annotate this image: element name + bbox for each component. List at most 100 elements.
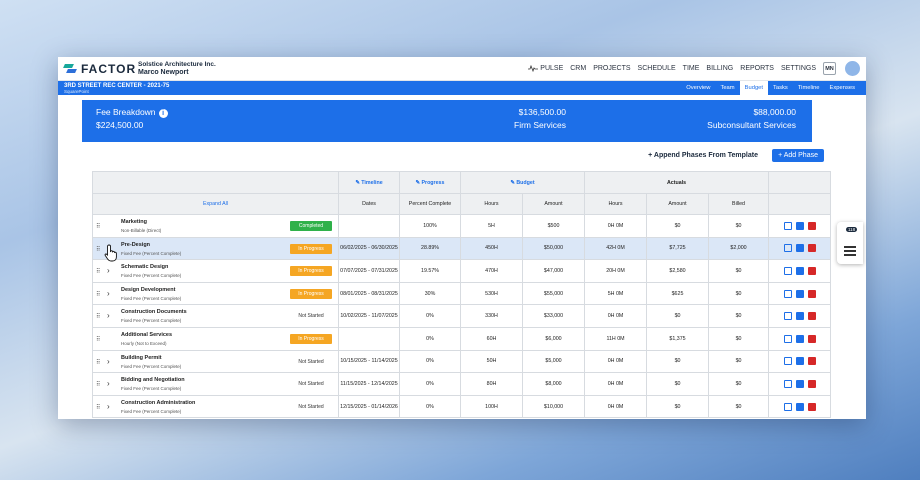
nav-pulse[interactable]: PULSE — [528, 65, 563, 72]
edit-icon[interactable] — [783, 334, 792, 343]
delete-icon[interactable] — [807, 402, 816, 411]
edit-icon[interactable] — [783, 289, 792, 298]
phase-type: Non-Billable (Direct) — [121, 228, 162, 233]
profile-icon[interactable] — [845, 61, 860, 76]
phase-name[interactable]: Design Development — [121, 287, 175, 293]
drag-handle-icon[interactable]: ⠿ — [96, 381, 100, 388]
actual-hours: 11H 0M — [584, 326, 648, 351]
copy-icon[interactable] — [795, 357, 804, 366]
tab-tasks[interactable]: Tasks — [768, 81, 793, 95]
phase-type: Fixed Fee (Percent Complete) — [121, 250, 182, 256]
nav-projects[interactable]: PROJECTS — [593, 65, 630, 72]
chevron-right-icon[interactable]: › — [107, 289, 110, 298]
delete-icon[interactable] — [807, 289, 816, 298]
phase-percent: 19.57% — [399, 259, 461, 283]
user-avatar[interactable]: MN — [823, 62, 836, 75]
edit-icon[interactable] — [783, 266, 792, 275]
copy-icon[interactable] — [795, 289, 804, 298]
drag-handle-icon[interactable]: ⠿ — [96, 268, 100, 275]
row-actions — [768, 259, 832, 283]
nav-time[interactable]: TIME — [683, 65, 700, 72]
edit-icon[interactable] — [783, 221, 792, 230]
nav-reports[interactable]: REPORTS — [740, 65, 774, 72]
drag-handle-icon[interactable]: ⠿ — [96, 246, 100, 253]
tab-expenses[interactable]: Expenses — [825, 81, 860, 95]
status-badge: In Progress — [290, 288, 332, 299]
phase-name[interactable]: Marketing — [121, 219, 147, 225]
phase-actions: + Append Phases From Template + Add Phas… — [92, 149, 824, 165]
edit-icon[interactable] — [783, 379, 792, 388]
phase-cell: ⠿ Marketing Non-Billable (Direct) Completed — [92, 214, 339, 238]
edit-icon[interactable] — [783, 312, 792, 321]
append-phases-button[interactable]: + Append Phases From Template — [648, 152, 758, 159]
delete-icon[interactable] — [807, 244, 816, 253]
chevron-right-icon[interactable]: › — [107, 357, 110, 366]
delete-icon[interactable] — [807, 379, 816, 388]
nav-billing[interactable]: BILLING — [706, 65, 733, 72]
phase-name[interactable]: Pre-Design — [121, 242, 150, 248]
edit-icon[interactable] — [783, 402, 792, 411]
chevron-right-icon[interactable]: › — [107, 379, 110, 388]
billed-amount: $0 — [708, 259, 770, 283]
drag-handle-icon[interactable]: ⠿ — [96, 291, 100, 298]
drag-handle-icon[interactable]: ⠿ — [96, 359, 100, 366]
timeline-header[interactable]: ✎ Timeline — [338, 171, 400, 194]
tab-budget[interactable]: Budget — [739, 81, 768, 95]
drag-handle-icon[interactable]: ⠿ — [96, 223, 100, 230]
tab-team[interactable]: Team — [715, 81, 739, 95]
copy-icon[interactable] — [795, 221, 804, 230]
info-icon[interactable]: i — [158, 109, 168, 118]
phase-row[interactable]: ⠿ › Design Development Fixed Fee (Percent C… — [92, 281, 832, 306]
edit-icon[interactable] — [783, 357, 792, 366]
copy-icon[interactable] — [795, 379, 804, 388]
budget-header[interactable]: ✎ Budget — [459, 171, 586, 194]
phase-name[interactable]: Schematic Design — [121, 264, 168, 270]
phase-row[interactable]: ⠿ › Construction Administration Fixed Fee (… — [92, 394, 832, 419]
feedback-widget[interactable]: 118 — [837, 222, 863, 264]
drag-handle-icon[interactable]: ⠿ — [96, 336, 100, 343]
delete-icon[interactable] — [807, 312, 816, 321]
phase-row[interactable]: ⠿ › Bidding and Negotiation Fixed Fee (Perc… — [92, 372, 832, 396]
drag-handle-icon[interactable]: ⠿ — [96, 313, 100, 320]
status-badge: In Progress — [290, 266, 332, 277]
phase-row[interactable]: ⠿ Pre-Design Fixed Fee (Percent Complete) I… — [92, 236, 832, 261]
phase-row[interactable]: ⠿ › Construction Documents Fixed Fee (Perce… — [92, 304, 832, 328]
phase-name[interactable]: Construction Documents — [121, 309, 187, 315]
phase-row[interactable]: ⠿ Additional Services Hourly (Not to Excee… — [92, 326, 832, 351]
project-bar: 3RD STREET REC CENTER - 2021-75 SquarePo… — [58, 81, 866, 95]
factor-logo[interactable]: FACTOR — [64, 62, 138, 76]
status-badge: In Progress — [290, 333, 332, 344]
copy-icon[interactable] — [795, 244, 804, 253]
tab-timeline[interactable]: Timeline — [793, 81, 825, 95]
copy-icon[interactable] — [795, 266, 804, 275]
chevron-right-icon[interactable]: › — [107, 402, 110, 411]
phase-name[interactable]: Bidding and Negotiation — [121, 377, 185, 383]
phase-name[interactable]: Construction Administration — [121, 400, 195, 406]
chevron-right-icon[interactable]: › — [107, 311, 110, 320]
row-actions — [768, 304, 832, 328]
copy-icon[interactable] — [795, 334, 804, 343]
edit-icon[interactable] — [783, 244, 792, 253]
chevron-right-icon[interactable]: › — [107, 266, 110, 275]
add-phase-button[interactable]: + Add Phase — [772, 149, 824, 162]
nav-crm[interactable]: CRM — [570, 65, 586, 72]
copy-icon[interactable] — [795, 312, 804, 321]
phase-row[interactable]: ⠿ Marketing Non-Billable (Direct) Completed… — [92, 214, 832, 238]
budget-hours: 330H — [460, 304, 523, 328]
copy-icon[interactable] — [795, 402, 804, 411]
phase-row[interactable]: ⠿ › Building Permit Fixed Fee (Percent Comp… — [92, 349, 832, 374]
phase-row[interactable]: ⠿ › Schematic Design Fixed Fee (Percent Com… — [92, 259, 832, 283]
delete-icon[interactable] — [807, 266, 816, 275]
delete-icon[interactable] — [807, 221, 816, 230]
budget-hours: 60H — [460, 326, 523, 351]
nav-schedule[interactable]: SCHEDULE — [638, 65, 676, 72]
expand-all-link[interactable]: Expand All — [92, 193, 339, 215]
phase-name[interactable]: Additional Services — [121, 332, 172, 338]
tab-overview[interactable]: Overview — [681, 81, 715, 95]
delete-icon[interactable] — [807, 357, 816, 366]
progress-header[interactable]: ✎ Progress — [399, 171, 461, 194]
nav-settings[interactable]: SETTINGS — [781, 65, 816, 72]
drag-handle-icon[interactable]: ⠿ — [96, 404, 100, 411]
delete-icon[interactable] — [807, 334, 816, 343]
phase-name[interactable]: Building Permit — [121, 355, 162, 361]
